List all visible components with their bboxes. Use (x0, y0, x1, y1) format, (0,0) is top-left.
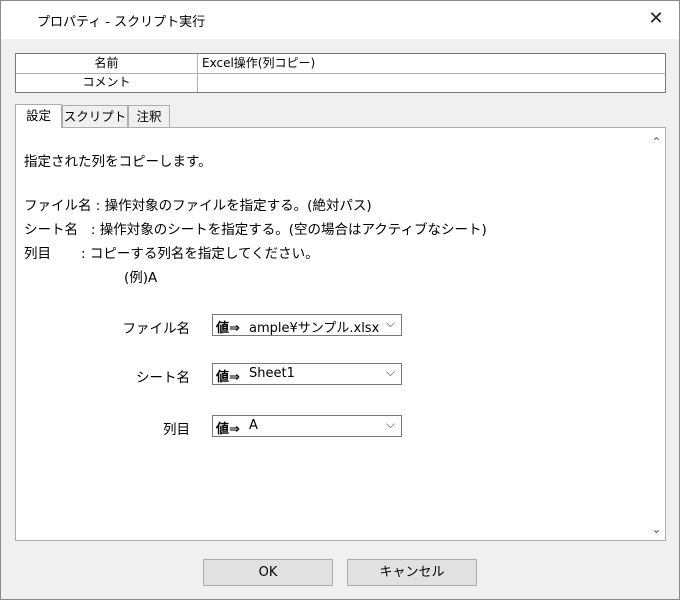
vertical-scrollbar[interactable]: ⌃ ⌄ (648, 128, 665, 540)
property-comment-label: コメント (16, 73, 198, 92)
description-sheet: シート名 : 操作対象のシートを指定する。(空の場合はアクティブなシート) (24, 222, 487, 238)
tab-script[interactable]: スクリプト (62, 105, 128, 127)
settings-panel: 指定された列をコピーします。 ファイル名 : 操作対象のファイルを指定する。(絶… (15, 127, 666, 541)
description-column: 列目 : コピーする列名を指定してください。 (24, 246, 319, 262)
ok-button[interactable]: OK (203, 559, 333, 586)
column-label: 列目 (163, 422, 190, 438)
sheet-combo[interactable]: 値⇒ Sheet1 ⌵ (212, 363, 402, 385)
description-file: ファイル名 : 操作対象のファイルを指定する。(絶対パス) (24, 198, 372, 214)
column-combo[interactable]: 値⇒ A ⌵ (212, 415, 402, 437)
sheet-label: シート名 (136, 370, 190, 386)
title-bar: プロパティ - スクリプト実行 ✕ (1, 1, 679, 39)
description-intro: 指定された列をコピーします。 (24, 154, 212, 170)
tab-notes[interactable]: 注釈 (128, 105, 170, 127)
column-prefix: 値⇒ (216, 422, 240, 437)
property-row-comment[interactable]: コメント (16, 73, 665, 92)
cancel-button[interactable]: キャンセル (347, 559, 477, 586)
description-example: (例)A (124, 270, 158, 286)
property-grid: 名前 Excel操作(列コピー) コメント (15, 53, 666, 93)
file-combo[interactable]: 値⇒ ample¥サンプル.xlsx ⌵ (212, 314, 402, 336)
tab-settings[interactable]: 設定 (15, 104, 62, 128)
file-label: ファイル名 (122, 321, 191, 337)
property-name-value[interactable]: Excel操作(列コピー) (202, 54, 315, 73)
property-name-label: 名前 (16, 54, 198, 73)
property-row-name[interactable]: 名前 Excel操作(列コピー) (16, 54, 665, 74)
chevron-down-icon[interactable]: ⌵ (386, 365, 395, 380)
chevron-down-icon[interactable]: ⌵ (386, 417, 395, 432)
column-value[interactable]: A (249, 418, 385, 433)
scroll-down-icon[interactable]: ⌄ (648, 521, 665, 538)
sheet-prefix: 値⇒ (216, 370, 240, 385)
file-prefix: 値⇒ (216, 321, 240, 336)
file-value[interactable]: ample¥サンプル.xlsx (249, 317, 385, 336)
chevron-down-icon[interactable]: ⌵ (386, 316, 395, 331)
properties-dialog: プロパティ - スクリプト実行 ✕ 名前 Excel操作(列コピー) コメント … (0, 0, 680, 600)
sheet-value[interactable]: Sheet1 (249, 366, 385, 381)
window-title: プロパティ - スクリプト実行 (37, 15, 206, 30)
scroll-up-icon[interactable]: ⌃ (648, 134, 665, 151)
close-icon[interactable]: ✕ (641, 5, 671, 33)
